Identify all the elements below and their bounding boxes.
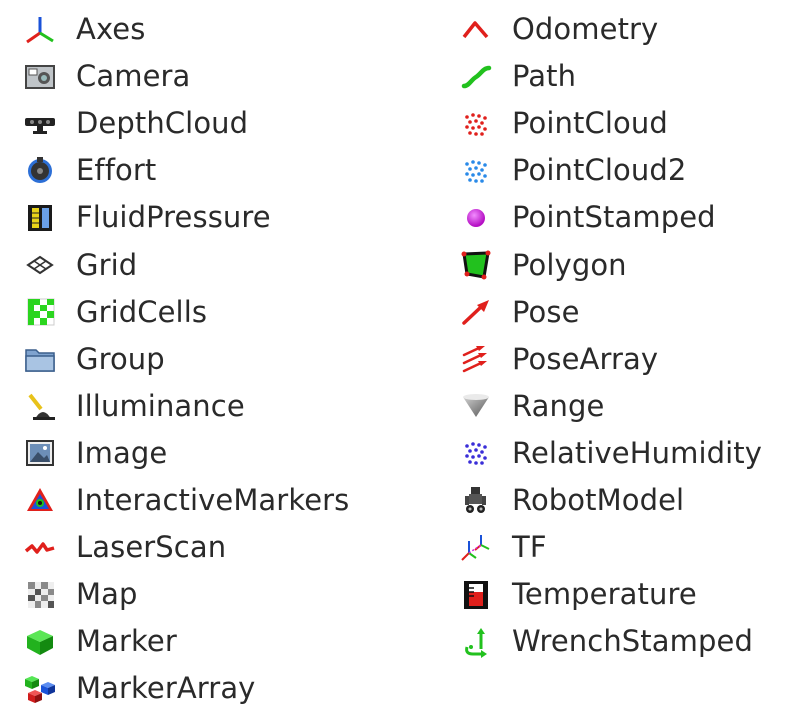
- laser-scan-icon: [20, 533, 60, 563]
- display-type-marker[interactable]: Marker: [20, 618, 349, 665]
- thermometer-icon: [456, 580, 496, 610]
- map-icon: [20, 580, 60, 610]
- display-type-label: InteractiveMarkers: [76, 482, 350, 517]
- cube-icon: [20, 627, 60, 657]
- robot-icon: [456, 485, 496, 515]
- display-type-depthcloud[interactable]: DepthCloud: [20, 100, 349, 147]
- wrench-icon: [456, 627, 496, 658]
- lamp-icon: [20, 391, 60, 421]
- display-type-label: Axes: [76, 12, 146, 47]
- display-type-label: Range: [512, 388, 605, 423]
- display-type-range[interactable]: Range: [456, 383, 762, 430]
- display-type-temperature[interactable]: Temperature: [456, 571, 762, 618]
- point-cloud-icon: [456, 109, 496, 139]
- display-type-list-left: Axes Camera DepthCloud Effort FluidPress…: [20, 6, 349, 712]
- polygon-icon: [456, 250, 496, 280]
- display-type-label: RelativeHumidity: [512, 435, 763, 470]
- display-type-label: Pose: [512, 294, 580, 329]
- display-type-gridcells[interactable]: GridCells: [20, 289, 349, 336]
- interactive-markers-icon: [20, 485, 60, 515]
- display-type-label: Polygon: [512, 247, 627, 282]
- range-cone-icon: [456, 391, 496, 421]
- display-type-relativehumidity[interactable]: RelativeHumidity: [456, 430, 762, 477]
- display-type-label: FluidPressure: [76, 200, 271, 235]
- display-type-label: Effort: [76, 153, 157, 188]
- display-type-camera[interactable]: Camera: [20, 53, 349, 100]
- display-type-label: PointStamped: [512, 200, 716, 235]
- display-type-illuminance[interactable]: Illuminance: [20, 383, 349, 430]
- display-type-tf[interactable]: TF: [456, 524, 762, 571]
- display-type-label: PoseArray: [512, 341, 659, 376]
- display-type-pointcloud[interactable]: PointCloud: [456, 100, 762, 147]
- display-type-map[interactable]: Map: [20, 571, 349, 618]
- display-type-label: PointCloud2: [512, 153, 687, 188]
- camera-icon: [20, 62, 60, 92]
- display-type-grid[interactable]: Grid: [20, 241, 349, 288]
- effort-icon: [20, 156, 60, 186]
- pose-arrow-icon: [456, 297, 496, 327]
- display-type-pointcloud2[interactable]: PointCloud2: [456, 147, 762, 194]
- pose-array-icon: [456, 344, 496, 374]
- image-icon: [20, 438, 60, 468]
- display-type-wrenchstamped[interactable]: WrenchStamped: [456, 618, 762, 665]
- display-type-image[interactable]: Image: [20, 430, 349, 477]
- display-type-axes[interactable]: Axes: [20, 6, 349, 53]
- display-type-label: Odometry: [512, 12, 659, 47]
- display-type-label: RobotModel: [512, 482, 685, 517]
- display-type-laserscan[interactable]: LaserScan: [20, 524, 349, 571]
- grid-icon: [20, 250, 60, 280]
- cubes-icon: [20, 674, 60, 704]
- display-type-label: Group: [76, 341, 165, 376]
- display-type-label: Marker: [76, 624, 177, 659]
- display-type-interactivemarkers[interactable]: InteractiveMarkers: [20, 477, 349, 524]
- display-type-label: PointCloud: [512, 106, 668, 141]
- display-type-label: Grid: [76, 247, 138, 282]
- display-type-label: Image: [76, 435, 168, 470]
- display-type-list-right: Odometry Path PointCloud PointCloud2 Poi…: [456, 6, 762, 665]
- point-cloud2-icon: [456, 156, 496, 186]
- axes-icon: [20, 15, 60, 45]
- depth-camera-icon: [20, 109, 60, 139]
- display-type-label: TF: [512, 530, 547, 565]
- display-type-polygon[interactable]: Polygon: [456, 241, 762, 288]
- point-stamped-icon: [456, 203, 496, 233]
- display-type-fluidpressure[interactable]: FluidPressure: [20, 194, 349, 241]
- display-type-group[interactable]: Group: [20, 336, 349, 383]
- display-type-label: Map: [76, 577, 138, 612]
- display-type-label: DepthCloud: [76, 106, 249, 141]
- display-type-label: Camera: [76, 59, 191, 94]
- display-type-label: LaserScan: [76, 530, 227, 565]
- grid-cells-icon: [20, 297, 60, 327]
- odometry-icon: [456, 15, 496, 45]
- humidity-icon: [456, 438, 496, 468]
- display-type-robotmodel[interactable]: RobotModel: [456, 477, 762, 524]
- display-type-pose[interactable]: Pose: [456, 289, 762, 336]
- display-type-label: Illuminance: [76, 388, 245, 423]
- path-icon: [456, 62, 496, 92]
- display-type-posearray[interactable]: PoseArray: [456, 336, 762, 383]
- display-type-label: Path: [512, 59, 577, 94]
- display-type-label: Temperature: [512, 577, 697, 612]
- folder-icon: [20, 344, 60, 374]
- display-type-label: WrenchStamped: [512, 624, 753, 659]
- fluid-pressure-icon: [20, 203, 60, 233]
- display-type-label: MarkerArray: [76, 671, 256, 706]
- display-type-odometry[interactable]: Odometry: [456, 6, 762, 53]
- display-type-path[interactable]: Path: [456, 53, 762, 100]
- display-type-pointstamped[interactable]: PointStamped: [456, 194, 762, 241]
- tf-icon: [456, 533, 496, 563]
- display-type-markerarray[interactable]: MarkerArray: [20, 665, 349, 712]
- display-type-effort[interactable]: Effort: [20, 147, 349, 194]
- display-type-label: GridCells: [76, 294, 208, 329]
